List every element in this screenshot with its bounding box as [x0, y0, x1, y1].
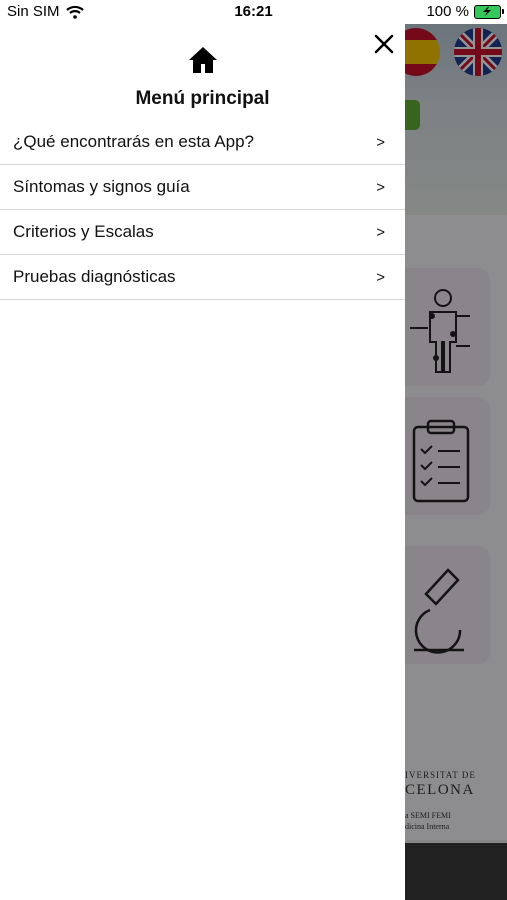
battery-icon: [474, 4, 504, 19]
drawer-title: Menú principal: [135, 88, 270, 109]
chevron-right-icon: >: [376, 133, 385, 151]
side-drawer: Menú principal ¿Qué encontrarás en esta …: [0, 24, 405, 900]
menu-item-criteria[interactable]: Criterios y Escalas >: [0, 210, 405, 255]
menu-item-label: ¿Qué encontrarás en esta App?: [13, 132, 254, 151]
close-icon[interactable]: [374, 34, 394, 54]
menu-item-tests[interactable]: Pruebas diagnósticas >: [0, 255, 405, 300]
menu-item-label: Pruebas diagnósticas: [13, 267, 176, 286]
status-right: 100 %: [426, 3, 504, 20]
menu-item-label: Criterios y Escalas: [13, 222, 154, 241]
status-bar: Sin SIM 16:21 100 %: [0, 0, 507, 24]
drawer-header: Menú principal: [0, 24, 405, 120]
home-icon[interactable]: [188, 46, 218, 74]
chevron-right-icon: >: [376, 268, 385, 286]
chevron-right-icon: >: [376, 178, 385, 196]
menu-item-about-app[interactable]: ¿Qué encontrarás en esta App? >: [0, 120, 405, 165]
battery-percent: 100 %: [426, 3, 469, 20]
chevron-right-icon: >: [376, 223, 385, 241]
menu-list: ¿Qué encontrarás en esta App? > Síntomas…: [0, 120, 405, 300]
menu-item-label: Síntomas y signos guía: [13, 177, 190, 196]
menu-item-symptoms[interactable]: Síntomas y signos guía >: [0, 165, 405, 210]
